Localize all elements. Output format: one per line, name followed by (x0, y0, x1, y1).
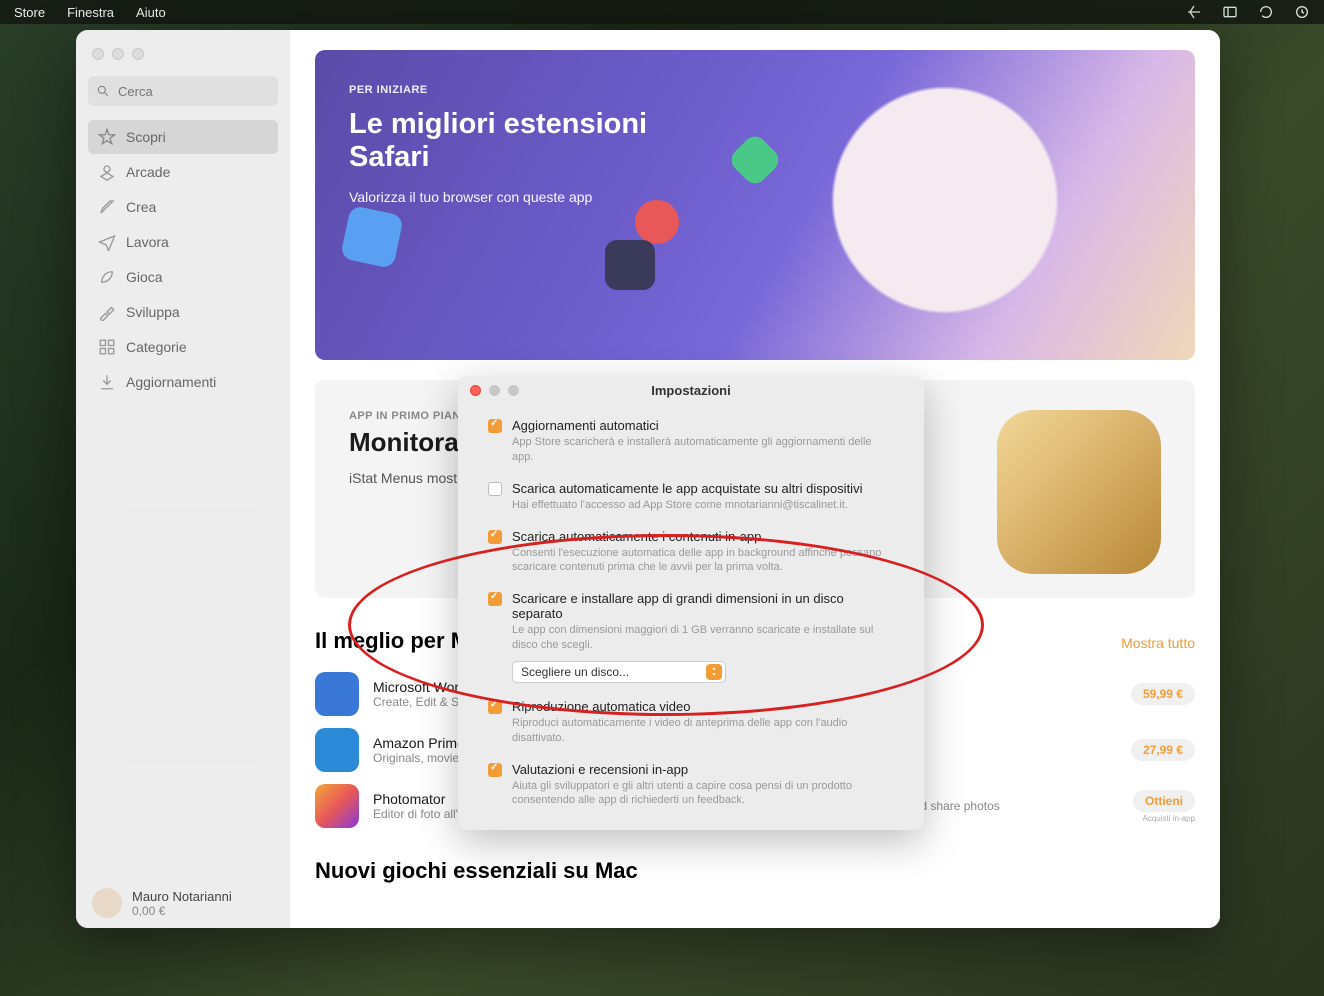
traffic-lights[interactable] (92, 48, 278, 60)
price-button[interactable]: 27,99 € (1131, 739, 1195, 761)
settings-modal: Impostazioni Aggiornamenti automatici Ap… (458, 376, 924, 830)
featured-app-icon (997, 410, 1161, 574)
checkbox[interactable] (488, 419, 502, 433)
hero-title: Le migliori estensioni Safari (349, 108, 649, 175)
hero-subtitle: Valorizza il tuo browser con queste app (349, 189, 1161, 205)
setting-label: Scaricare e installare app di grandi dim… (512, 591, 894, 621)
sidebar-item-label: Arcade (126, 164, 170, 180)
menubar-icon-1[interactable] (1186, 4, 1202, 20)
sidebar-item-work[interactable]: Lavora (88, 225, 278, 259)
app-icon (315, 728, 359, 772)
sidebar-item-create[interactable]: Crea (88, 190, 278, 224)
setting-hint: Consenti l'esecuzione automatica delle a… (512, 546, 894, 576)
hero-banner[interactable]: PER INIZIARE Le migliori estensioni Safa… (315, 50, 1195, 360)
avatar (92, 888, 122, 918)
sidebar-item-label: Scopri (126, 129, 166, 145)
hero-eyebrow: PER INIZIARE (349, 84, 1161, 96)
sidebar-item-label: Categorie (126, 339, 187, 355)
zoom-icon (508, 385, 519, 396)
user-name: Mauro Notarianni (132, 889, 232, 904)
setting-hint: Hai effettuato l'accesso ad App Store co… (512, 498, 894, 513)
chevron-updown-icon (706, 664, 722, 680)
search-icon (96, 84, 110, 98)
sidebar-item-label: Crea (126, 199, 156, 215)
price-button[interactable]: 59,99 € (1131, 683, 1195, 705)
menu-window[interactable]: Finestra (67, 5, 114, 20)
sidebar-item-categories[interactable]: Categorie (88, 330, 278, 364)
sidebar-item-arcade[interactable]: Arcade (88, 155, 278, 189)
menu-help[interactable]: Aiuto (136, 5, 166, 20)
plane-icon (98, 233, 116, 251)
search-input[interactable] (88, 76, 278, 106)
rocket-icon (98, 268, 116, 286)
checkbox[interactable] (488, 592, 502, 606)
sidebar-nav: Scopri Arcade Crea Lavora Gioca Sviluppa… (88, 120, 278, 400)
download-icon (98, 373, 116, 391)
sidebar-item-label: Gioca (126, 269, 163, 285)
sidebar-item-label: Sviluppa (126, 304, 180, 320)
menubar-icon-refresh[interactable] (1258, 4, 1274, 20)
setting-auto-download-purchased: Scarica automaticamente le app acquistat… (488, 481, 894, 513)
menubar-icon-clock[interactable] (1294, 4, 1310, 20)
checkbox[interactable] (488, 530, 502, 544)
setting-autoplay: Riproduzione automatica video Riproduci … (488, 699, 894, 746)
modal-title: Impostazioni (458, 383, 924, 398)
get-button[interactable]: Ottieni (1133, 790, 1195, 812)
sidebar-item-develop[interactable]: Sviluppa (88, 295, 278, 329)
menubar-icon-panel[interactable] (1222, 4, 1238, 20)
sidebar-item-label: Lavora (126, 234, 169, 250)
setting-hint: App Store scaricherà e installerà automa… (512, 435, 894, 465)
setting-label: Aggiornamenti automatici (512, 418, 659, 433)
grid-icon (98, 338, 116, 356)
user-balance: 0,00 € (132, 904, 232, 918)
show-all-link[interactable]: Mostra tutto (1121, 635, 1195, 651)
close-icon[interactable] (470, 385, 481, 396)
checkbox[interactable] (488, 700, 502, 714)
setting-auto-download-inapp: Scarica automaticamente i contenuti in-a… (488, 529, 894, 576)
brush-icon (98, 198, 116, 216)
app-icon (315, 784, 359, 828)
arcade-icon (98, 163, 116, 181)
setting-ratings-reviews: Valutazioni e recensioni in-app Aiuta gl… (488, 762, 894, 809)
modal-traffic-lights[interactable] (470, 385, 519, 396)
user-block[interactable]: Mauro Notarianni 0,00 € (88, 882, 278, 918)
section-title-2: Nuovi giochi essenziali su Mac (315, 858, 1195, 884)
sidebar-item-updates[interactable]: Aggiornamenti (88, 365, 278, 399)
hammer-icon (98, 303, 116, 321)
setting-large-app-separate-disk: Scaricare e installare app di grandi dim… (488, 591, 894, 683)
modal-titlebar: Impostazioni (458, 376, 924, 404)
iap-note: Acquisti in-app (1143, 814, 1195, 823)
disk-select-label: Scegliere un disco... (521, 665, 629, 679)
star-icon (98, 128, 116, 146)
checkbox[interactable] (488, 482, 502, 496)
sidebar: Scopri Arcade Crea Lavora Gioca Sviluppa… (76, 30, 290, 928)
setting-label: Scarica automaticamente i contenuti in-a… (512, 529, 761, 544)
setting-hint: Le app con dimensioni maggiori di 1 GB v… (512, 623, 894, 653)
setting-label: Scarica automaticamente le app acquistat… (512, 481, 862, 496)
setting-hint: Aiuta gli sviluppatori e gli altri utent… (512, 779, 894, 809)
menubar: Store Finestra Aiuto (0, 0, 1324, 24)
sidebar-item-discover[interactable]: Scopri (88, 120, 278, 154)
disk-select[interactable]: Scegliere un disco... (512, 661, 726, 683)
setting-label: Riproduzione automatica video (512, 699, 691, 714)
menu-store[interactable]: Store (14, 5, 45, 20)
sidebar-item-label: Aggiornamenti (126, 374, 216, 390)
sidebar-item-play[interactable]: Gioca (88, 260, 278, 294)
checkbox[interactable] (488, 763, 502, 777)
minimize-icon (489, 385, 500, 396)
app-icon (315, 672, 359, 716)
setting-label: Valutazioni e recensioni in-app (512, 762, 688, 777)
setting-hint: Riproduci automaticamente i video di ant… (512, 716, 894, 746)
setting-auto-updates: Aggiornamenti automatici App Store scari… (488, 418, 894, 465)
